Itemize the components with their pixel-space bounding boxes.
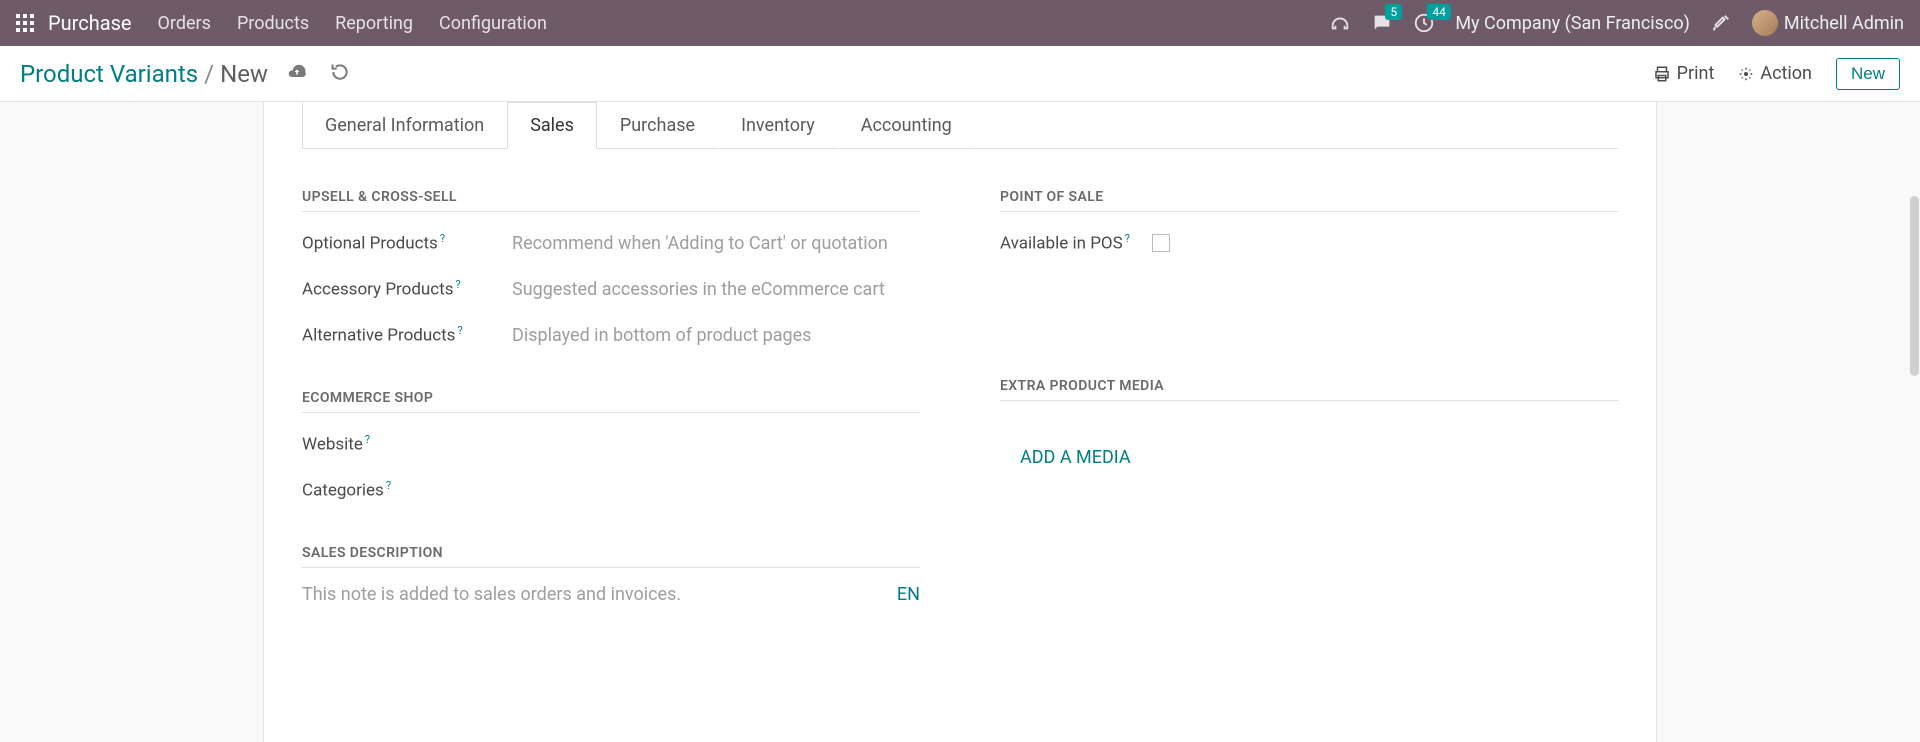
section-salesdesc-title: SALES DESCRIPTION <box>302 545 920 568</box>
optional-products-label: Optional Products? <box>302 232 512 254</box>
accessory-products-input[interactable]: Suggested accessories in the eCommerce c… <box>512 279 920 300</box>
tab-accounting[interactable]: Accounting <box>838 102 975 149</box>
optional-products-input[interactable]: Recommend when 'Adding to Cart' or quota… <box>512 233 920 254</box>
form-sheet: General Information Sales Purchase Inven… <box>263 102 1657 742</box>
help-icon[interactable]: ? <box>440 232 445 245</box>
print-button[interactable]: Print <box>1653 63 1715 84</box>
tab-inventory[interactable]: Inventory <box>718 102 838 149</box>
accessory-products-label: Accessory Products? <box>302 278 512 300</box>
help-icon[interactable]: ? <box>456 278 461 291</box>
apps-icon[interactable] <box>16 14 34 32</box>
language-toggle[interactable]: EN <box>897 584 920 605</box>
messages-badge: 5 <box>1385 4 1402 20</box>
available-in-pos-label: Available in POS? <box>1000 232 1130 254</box>
breadcrumb-separator: / <box>204 60 214 88</box>
app-name[interactable]: Purchase <box>48 11 132 35</box>
alternative-products-label: Alternative Products? <box>302 324 512 346</box>
available-in-pos-checkbox[interactable] <box>1152 234 1170 252</box>
menu-configuration[interactable]: Configuration <box>439 13 547 34</box>
menu-products[interactable]: Products <box>237 13 309 34</box>
categories-label: Categories? <box>302 479 512 501</box>
scrollbar-thumb[interactable] <box>1910 196 1919 376</box>
help-icon[interactable]: ? <box>386 479 391 492</box>
top-menu: Orders Products Reporting Configuration <box>158 13 547 34</box>
top-navbar: Purchase Orders Products Reporting Confi… <box>0 0 1920 46</box>
avatar <box>1752 10 1778 36</box>
user-name: Mitchell Admin <box>1784 13 1904 34</box>
add-media-button[interactable]: ADD A MEDIA <box>1020 447 1131 468</box>
section-shop-title: ECOMMERCE SHOP <box>302 390 920 413</box>
help-icon[interactable]: ? <box>365 433 370 446</box>
user-menu[interactable]: Mitchell Admin <box>1752 10 1904 36</box>
sales-description-input[interactable]: This note is added to sales orders and i… <box>302 584 681 605</box>
topbar-right: 5 44 My Company (San Francisco) Mitchell… <box>1329 10 1904 36</box>
help-icon[interactable]: ? <box>457 324 462 337</box>
left-column: UPSELL & CROSS-SELL Optional Products? R… <box>302 189 920 605</box>
messages-icon[interactable]: 5 <box>1371 12 1393 34</box>
activities-icon[interactable]: 44 <box>1413 12 1435 34</box>
scrollbar[interactable] <box>1908 46 1920 741</box>
debug-icon[interactable] <box>1710 12 1732 34</box>
menu-reporting[interactable]: Reporting <box>335 13 413 34</box>
tab-general-information[interactable]: General Information <box>302 102 507 149</box>
section-media-title: EXTRA PRODUCT MEDIA <box>1000 378 1618 401</box>
support-icon[interactable] <box>1329 12 1351 34</box>
cloud-save-icon[interactable] <box>286 62 308 86</box>
tab-sales[interactable]: Sales <box>507 102 597 149</box>
help-icon[interactable]: ? <box>1125 232 1130 245</box>
breadcrumb-parent[interactable]: Product Variants <box>20 60 198 88</box>
tab-purchase[interactable]: Purchase <box>597 102 718 149</box>
section-upsell-title: UPSELL & CROSS-SELL <box>302 189 920 212</box>
menu-orders[interactable]: Orders <box>158 13 211 34</box>
breadcrumb-current: New <box>220 60 268 88</box>
breadcrumb-bar: Product Variants / New Print Action New <box>0 46 1920 102</box>
company-switcher[interactable]: My Company (San Francisco) <box>1455 13 1690 34</box>
section-pos-title: POINT OF SALE <box>1000 189 1618 212</box>
tabs: General Information Sales Purchase Inven… <box>302 102 1656 148</box>
website-label: Website? <box>302 433 512 455</box>
action-button[interactable]: Action <box>1738 63 1812 84</box>
right-column: POINT OF SALE Available in POS? EXTRA PR… <box>1000 189 1618 605</box>
new-button[interactable]: New <box>1836 58 1900 90</box>
discard-icon[interactable] <box>330 62 350 86</box>
activities-badge: 44 <box>1427 4 1451 20</box>
alternative-products-input[interactable]: Displayed in bottom of product pages <box>512 325 920 346</box>
